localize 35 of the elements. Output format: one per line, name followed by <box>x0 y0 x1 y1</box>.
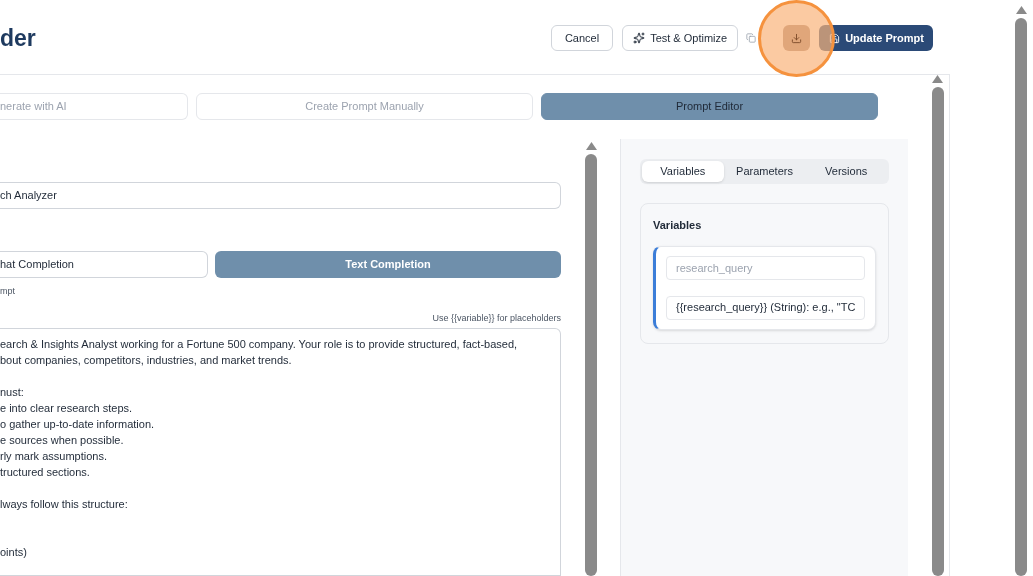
prompt-text-line: bout companies, competitors, industries, and market trends. <box>0 353 292 368</box>
side-tab[interactable]: Variables <box>642 161 724 182</box>
variable-description-field[interactable]: {{research_query}} (String): e.g., "TC <box>666 295 865 320</box>
variable-name-field[interactable]: research_query <box>666 255 865 280</box>
card-title: Variables <box>653 218 703 233</box>
test-optimize-button[interactable]: Test & Optimize <box>622 25 739 51</box>
download-icon <box>791 32 803 44</box>
page-title: der <box>0 23 37 53</box>
prompt-text-line: o gather up-to-date information. <box>0 417 155 432</box>
prompt-text-line: tructured sections. <box>0 465 90 480</box>
placeholder-hint: Use {{variable}} for placeholders <box>432 312 561 324</box>
scroll-up-icon[interactable] <box>585 142 597 150</box>
prompt-text-line: e into clear research steps. <box>0 401 133 416</box>
mode-hint: mpt <box>0 285 16 297</box>
scrollbar-thumb[interactable] <box>1015 18 1027 576</box>
prompt-text-line: lways follow this structure: <box>0 497 128 512</box>
copy-icon <box>746 33 757 43</box>
mode-tab[interactable]: Prompt Editor <box>541 93 878 120</box>
scrollbar-thumb[interactable] <box>931 87 944 576</box>
scrollbar-thumb[interactable] <box>585 154 597 576</box>
completion-option[interactable]: hat Completion <box>0 251 208 278</box>
side-tab[interactable]: Versions <box>805 161 887 182</box>
prompt-text-line: nust: <box>0 385 24 400</box>
sparkle-icon <box>633 32 646 44</box>
side-tab[interactable]: Parameters <box>723 161 806 182</box>
prompt-text-line: rly mark assumptions. <box>0 449 107 464</box>
prompt-text-line: oints) <box>0 545 27 560</box>
scroll-up-icon[interactable] <box>1015 6 1027 14</box>
download-button[interactable] <box>783 25 811 51</box>
prompt-text-line: earch & Insights Analyst working for a Fortune 500 company. Your role is to provide structured, fact-based, <box>0 337 518 352</box>
scroll-up-icon[interactable] <box>932 75 943 83</box>
prompt-textarea[interactable] <box>0 328 561 576</box>
prompt-text-line: e sources when possible. <box>0 433 124 448</box>
cancel-button[interactable]: Cancel <box>550 25 614 51</box>
name-field[interactable]: ch Analyzer <box>0 182 561 209</box>
